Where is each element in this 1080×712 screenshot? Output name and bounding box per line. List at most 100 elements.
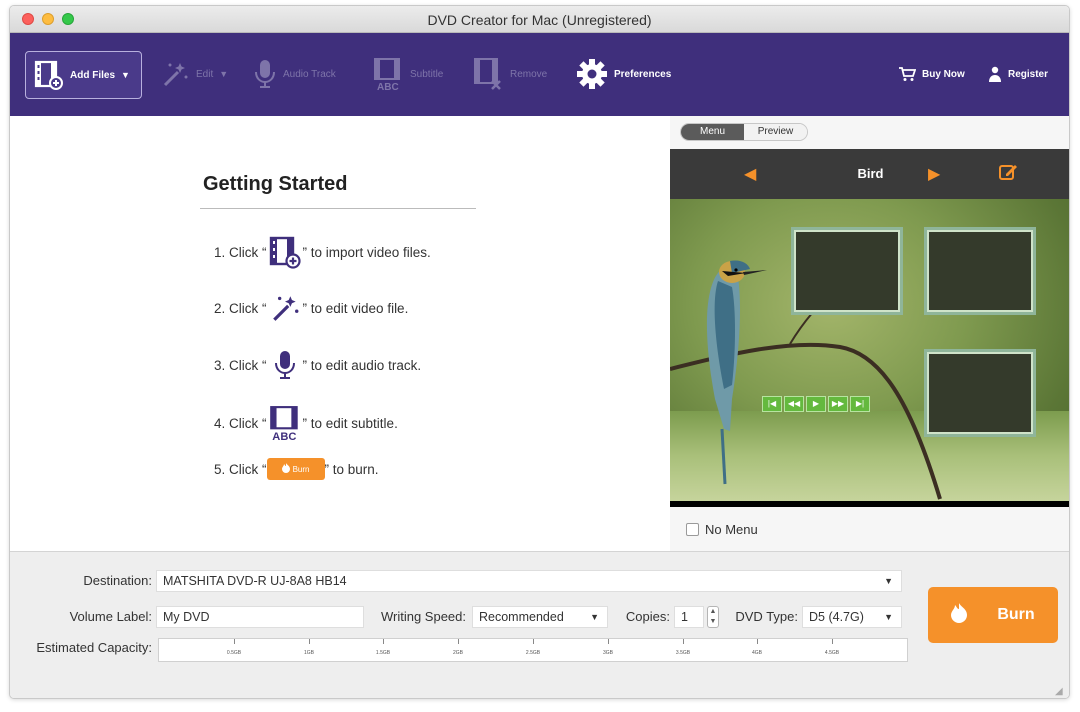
add-files-icon (267, 234, 303, 270)
step-audio: 3. Click “ ” to edit audio track. (214, 347, 421, 383)
play-icon[interactable]: ▶ (806, 396, 826, 412)
register-button[interactable]: Register (988, 49, 1048, 99)
writing-speed-select[interactable]: Recommended ▼ (472, 606, 608, 628)
microphone-icon (253, 58, 277, 90)
chevron-down-icon: ▼ (219, 69, 229, 79)
no-menu-checkbox[interactable]: No Menu (686, 522, 758, 537)
step-import: 1. Click “ ” to import video files. (214, 234, 431, 270)
checkbox-box[interactable] (686, 523, 699, 536)
remove-icon (472, 57, 504, 91)
burn-button[interactable]: Burn (928, 587, 1058, 643)
getting-started-title: Getting Started (203, 173, 348, 195)
copies-stepper[interactable]: ▲ ▼ (707, 606, 719, 628)
step-text: 3. Click “ (214, 357, 267, 373)
capacity-tick-label: 0.5GB (226, 650, 242, 656)
step-text: ” to edit video file. (302, 300, 409, 316)
user-icon (988, 66, 1002, 82)
remove-button[interactable]: Remove (472, 49, 547, 99)
capacity-tick (309, 639, 310, 644)
step-text: ” to burn. (324, 461, 379, 477)
step-subtitle: 4. Click “ ABC ” to edit subtitle. (214, 405, 398, 441)
rewind-icon[interactable]: ◀◀ (784, 396, 804, 412)
buy-now-button[interactable]: Buy Now (898, 49, 965, 99)
edit-template-icon[interactable] (998, 162, 1018, 187)
first-chapter-icon[interactable]: |◀ (762, 396, 782, 412)
resize-grip-icon[interactable]: ◢ (1055, 687, 1065, 697)
divider (200, 208, 476, 209)
app-window: DVD Creator for Mac (Unregistered) Add F… (9, 5, 1070, 699)
menu-background-image: |◀ ◀◀ ▶ ▶▶ ▶| (670, 199, 1069, 501)
dvd-type-value: D5 (4.7G) (809, 610, 864, 624)
capacity-tick (383, 639, 384, 644)
chevron-down-icon: ▼ (590, 612, 599, 622)
audio-track-button[interactable]: Audio Track (253, 49, 336, 99)
writing-speed-label: Writing Speed: (380, 609, 466, 624)
destination-label: Destination: (83, 573, 152, 588)
edit-button[interactable]: Edit ▼ (160, 49, 228, 99)
dvd-type-select[interactable]: D5 (4.7G) ▼ (802, 606, 902, 628)
step-text: ” to edit subtitle. (302, 415, 398, 431)
step-text: 2. Click “ (214, 300, 267, 316)
magic-wand-icon (160, 59, 190, 89)
gear-icon (576, 58, 608, 90)
add-files-label: Add Files (70, 69, 116, 81)
last-chapter-icon[interactable]: ▶| (850, 396, 870, 412)
capacity-tick (533, 639, 534, 644)
capacity-tick-label: 1.5GB (375, 650, 391, 656)
capacity-tick-label: 1GB (303, 650, 315, 656)
window-title: DVD Creator for Mac (Unregistered) (427, 12, 652, 28)
next-template-icon[interactable]: ▶ (928, 164, 940, 184)
volume-label-value: My DVD (163, 610, 210, 624)
flame-icon (951, 602, 968, 628)
step-text: ” to edit audio track. (302, 357, 422, 373)
microphone-icon (267, 347, 303, 383)
subtitle-icon: ABC (267, 405, 303, 441)
buy-now-label: Buy Now (922, 68, 965, 80)
tab-menu[interactable]: Menu (681, 124, 744, 140)
title-bar: DVD Creator for Mac (Unregistered) (10, 6, 1069, 33)
capacity-tick (458, 639, 459, 644)
step-text: 5. Click “ (214, 461, 267, 477)
copies-label: Copies: (625, 609, 670, 624)
burn-label: Burn (997, 606, 1035, 623)
chapter-thumbnail-2[interactable] (924, 227, 1036, 315)
capacity-tick (757, 639, 758, 644)
chevron-down-icon: ▼ (884, 576, 893, 586)
remove-label: Remove (510, 68, 548, 80)
menu-preview: ◀ Bird ▶ |◀ ◀◀ ▶ ▶▶ ▶| (670, 149, 1069, 507)
edit-label: Edit (196, 68, 214, 80)
fast-forward-icon[interactable]: ▶▶ (828, 396, 848, 412)
preferences-button[interactable]: Preferences (576, 49, 671, 99)
estimated-capacity-label: Estimated Capacity: (36, 640, 152, 655)
getting-started-pane: Getting Started 1. Click “ ” to import v… (10, 116, 670, 551)
destination-value: MATSHITA DVD-R UJ-8A8 HB14 (163, 574, 347, 588)
cart-icon (898, 66, 916, 82)
main-toolbar: Add Files ▼ Edit ▼ Audio Track ABC Subti… (10, 33, 1069, 116)
add-files-button[interactable]: Add Files ▼ (25, 51, 142, 99)
capacity-tick-label: 2.5GB (525, 650, 541, 656)
chapter-thumbnail-1[interactable] (791, 227, 903, 315)
copies-value: 1 (681, 610, 688, 624)
audio-track-label: Audio Track (283, 68, 336, 80)
chapter-thumbnail-3[interactable] (924, 349, 1036, 437)
subtitle-label: Subtitle (410, 68, 444, 80)
burn-badge-label: Burn (292, 464, 310, 474)
tab-preview[interactable]: Preview (744, 124, 807, 140)
chevron-down-icon: ▼ (121, 70, 130, 80)
register-label: Register (1008, 68, 1049, 80)
capacity-tick-label: 3.5GB (675, 650, 691, 656)
volume-label-input[interactable]: My DVD (156, 606, 364, 628)
volume-label-label: Volume Label: (69, 609, 152, 624)
capacity-tick-label: 3GB (602, 650, 614, 656)
estimated-capacity-bar: 0.5GB 1GB 1.5GB 2GB 2.5GB 3GB 3.5GB 4GB 4.5GB (158, 638, 908, 662)
subtitle-icon: ABC (372, 57, 404, 91)
capacity-tick-label: 2GB (452, 650, 464, 656)
magic-wand-icon (267, 290, 303, 326)
dvd-type-label: DVD Type: (735, 609, 798, 624)
subtitle-button[interactable]: ABC Subtitle (372, 49, 443, 99)
capacity-tick (608, 639, 609, 644)
destination-select[interactable]: MATSHITA DVD-R UJ-8A8 HB14 ▼ (156, 570, 902, 592)
menu-playback-controls: |◀ ◀◀ ▶ ▶▶ ▶| (762, 396, 870, 412)
step-text: 4. Click “ (214, 415, 267, 431)
copies-input[interactable]: 1 (674, 606, 704, 628)
